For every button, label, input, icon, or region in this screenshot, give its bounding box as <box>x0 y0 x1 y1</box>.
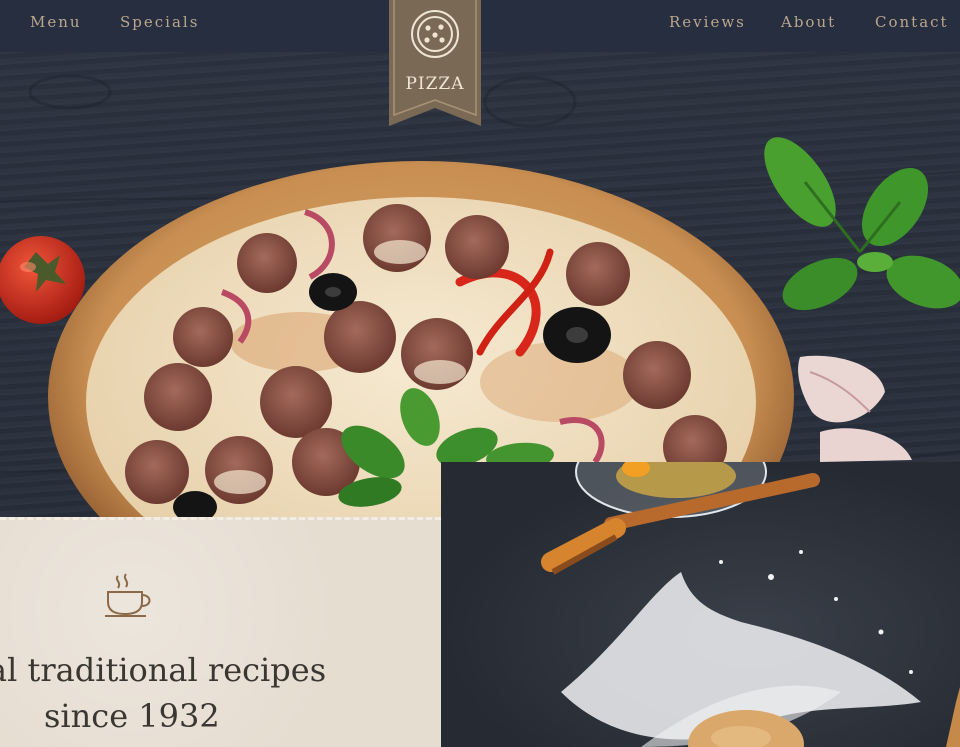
rolling-pin-image <box>946 687 960 747</box>
basil-leaves-right <box>764 137 960 311</box>
nav-link-specials[interactable]: Specials <box>120 13 199 31</box>
pizza-logo-icon <box>411 10 459 58</box>
recipe-card: al traditional recipes since 1932 <box>0 517 441 747</box>
coffee-cup-icon <box>105 573 151 617</box>
nav-link-about[interactable]: About <box>781 13 836 31</box>
baking-prep-image <box>541 462 960 747</box>
nav-link-contact[interactable]: Contact <box>875 13 949 31</box>
nav-link-menu[interactable]: Menu <box>30 13 82 31</box>
prep-photo-panel <box>441 462 960 747</box>
tomato-image <box>0 236 85 324</box>
recipe-heading-line2: since 1932 <box>44 697 220 735</box>
logo-ribbon[interactable]: PIZZA <box>389 0 481 126</box>
recipe-heading-line1: al traditional recipes <box>0 651 327 689</box>
nav-link-reviews[interactable]: Reviews <box>669 13 746 31</box>
garlic-image <box>798 355 912 462</box>
logo-text: PIZZA <box>405 74 465 94</box>
